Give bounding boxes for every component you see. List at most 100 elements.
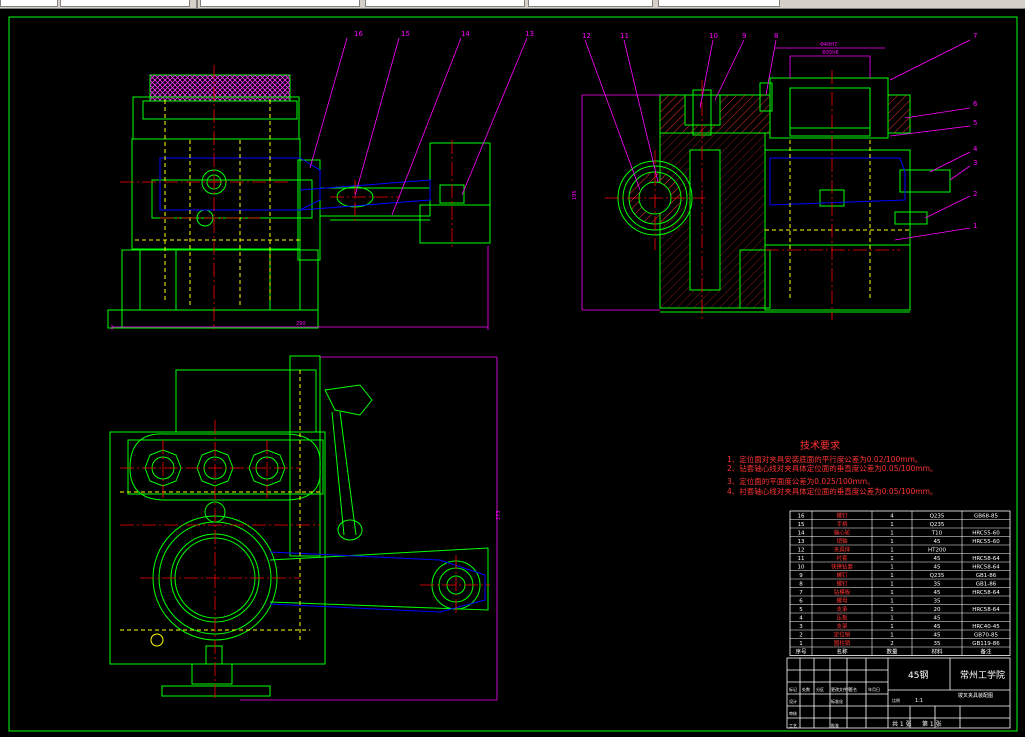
drawing-canvas[interactable]: 290 16 15 14 13 195 Φ40H7 Φ35h6 12 11 10… (0, 8, 1025, 733)
bom-cell: 5 (799, 607, 803, 613)
dim-height (240, 356, 498, 701)
bom-cell: 1 (890, 522, 894, 528)
svg-text:处数: 处数 (802, 686, 810, 692)
screw-symbol (150, 633, 164, 647)
bom-cell: 螺钉 (836, 571, 848, 579)
bom-cell: 11 (798, 556, 805, 562)
bom-cell: 45 (934, 624, 941, 630)
bom-cell: HRC55-60 (972, 531, 1000, 537)
svg-text:设计: 设计 (789, 698, 797, 704)
tech-req-1: 1、定位面对夹具安装底面的平行度公差为0.02/100mm。 (727, 454, 922, 464)
balloon-8: 8 (774, 32, 778, 40)
balloon-9: 9 (742, 32, 746, 40)
balloon-12: 12 (582, 32, 591, 40)
svg-text:更改文件号: 更改文件号 (831, 686, 851, 692)
svg-text:标记: 标记 (789, 686, 797, 692)
balloon-15: 15 (401, 30, 410, 38)
bom-cell: 1 (890, 607, 894, 613)
bom-cell: 1 (799, 641, 803, 647)
lineweight-dropdown[interactable] (365, 0, 525, 7)
bom-cell: GB68-85 (974, 514, 999, 520)
bom-cell: 1 (890, 616, 894, 622)
bom-cell: 数量 (886, 648, 898, 656)
bom-cell: HRC58-64 (972, 565, 1000, 571)
bom-cell: 13 (798, 539, 805, 545)
balloon-6: 6 (973, 100, 978, 108)
tech-title: 技术要求 (800, 439, 840, 452)
bom-cell: 20 (934, 607, 941, 613)
balloon-2: 2 (973, 190, 977, 198)
bom-cell: Q235 (930, 573, 945, 579)
bom-cell: 35 (934, 582, 941, 588)
balloon-3: 3 (973, 159, 977, 167)
side-view (617, 77, 951, 313)
bom-cell: 7 (799, 590, 803, 596)
dim-top-2: Φ35h6 (822, 50, 839, 56)
material-text: 45钢 (908, 669, 928, 681)
bom-cell: 夹具体 (834, 546, 851, 554)
bom-cell: 45 (934, 539, 941, 545)
bom-cell: 1 (890, 633, 894, 639)
school-text: 常州工学院 (960, 669, 1005, 681)
bom-cell: 螺钉 (836, 512, 848, 520)
bom-cell: 9 (799, 573, 803, 579)
bom-cell: 1 (890, 582, 894, 588)
bom-cell: 钻模板 (834, 588, 851, 596)
svg-text:签名: 签名 (849, 686, 857, 692)
bom-cell: 35 (934, 641, 941, 647)
bom-cell: 6 (799, 599, 803, 605)
bom-cell: 3 (799, 624, 803, 630)
bom-cell: HT200 (928, 548, 946, 554)
bom-cell: GB119-86 (972, 641, 1000, 647)
svg-text:批准: 批准 (831, 722, 839, 728)
layer-dropdown[interactable] (0, 0, 58, 7)
svg-text:工艺: 工艺 (789, 723, 797, 728)
bom-cell: HRC55-60 (972, 539, 1000, 545)
bom-cell: 45 (934, 590, 941, 596)
style-dropdown[interactable] (658, 0, 780, 7)
balloon-14: 14 (461, 30, 470, 38)
tech-req-3: 3、定位面的平面度公差为0.025/100mm。 (727, 476, 875, 486)
balloon-10: 10 (709, 32, 718, 40)
plotstyle-dropdown[interactable] (528, 0, 653, 7)
bom-cell: 10 (798, 565, 805, 571)
dim-top-1: Φ40H7 (820, 42, 837, 48)
bom-cell: 4 (890, 514, 894, 520)
bom-cell: 序号 (795, 648, 807, 656)
bom-cell: 螺钉 (836, 580, 848, 588)
bom-cell: GB1-86 (976, 582, 997, 588)
tech-req-4: 4、衬套轴心线对夹具体定位面的垂直度公差为0.05/100mm。 (727, 486, 937, 496)
bom-cell: 1 (890, 573, 894, 579)
title-block-labels: 标记 处数 分区 更改文件号 签名 年月日 设计 标准化 审核 工艺 批准 比例 (789, 686, 900, 728)
linetype-dropdown[interactable] (60, 0, 190, 7)
bom-cell: HRC58-64 (972, 556, 1000, 562)
bom-cell: 45 (934, 556, 941, 562)
bom-cell: 2 (890, 641, 894, 647)
svg-text:年月日: 年月日 (868, 686, 880, 692)
svg-text:比例: 比例 (892, 697, 900, 703)
bom-table: 16 螺钉 4 Q235 GB68-8515 手柄 1 Q23514 偏心轮 1 T10 HRC55-… (789, 510, 1011, 656)
bom-cell: Q235 (930, 514, 945, 520)
sheet-total: 共 1 张 (892, 720, 912, 728)
bom-cell: 1 (890, 624, 894, 630)
color-dropdown[interactable] (200, 0, 360, 7)
svg-text:分区: 分区 (816, 686, 824, 692)
front-view-centerlines (120, 65, 453, 330)
bom-cell: 压板 (836, 614, 848, 622)
drawing-svg[interactable]: 290 16 15 14 13 195 Φ40H7 Φ35h6 12 11 10… (0, 8, 1025, 733)
tech-requirements: 1、定位面对夹具安装底面的平行度公差为0.02/100mm。 2、钻套轴心线对夹… (727, 454, 937, 496)
svg-text:标准化: 标准化 (831, 698, 843, 704)
bom-cell: 1 (890, 565, 894, 571)
balloon-4: 4 (973, 145, 978, 153)
bom-cell: 16 (798, 514, 805, 520)
bom-cell: 支承 (836, 605, 848, 613)
sheet-num: 第 1 张 (922, 720, 942, 728)
bom-cell: 8 (799, 582, 803, 588)
balloon-13: 13 (525, 30, 534, 38)
bom-cell: 名称 (836, 648, 848, 656)
bom-cell: 4 (799, 616, 803, 622)
bom-cell: 材料 (931, 648, 943, 656)
bom-cell: 手柄 (836, 520, 848, 528)
top-view (109, 355, 489, 697)
bom-cell: 12 (798, 548, 805, 554)
